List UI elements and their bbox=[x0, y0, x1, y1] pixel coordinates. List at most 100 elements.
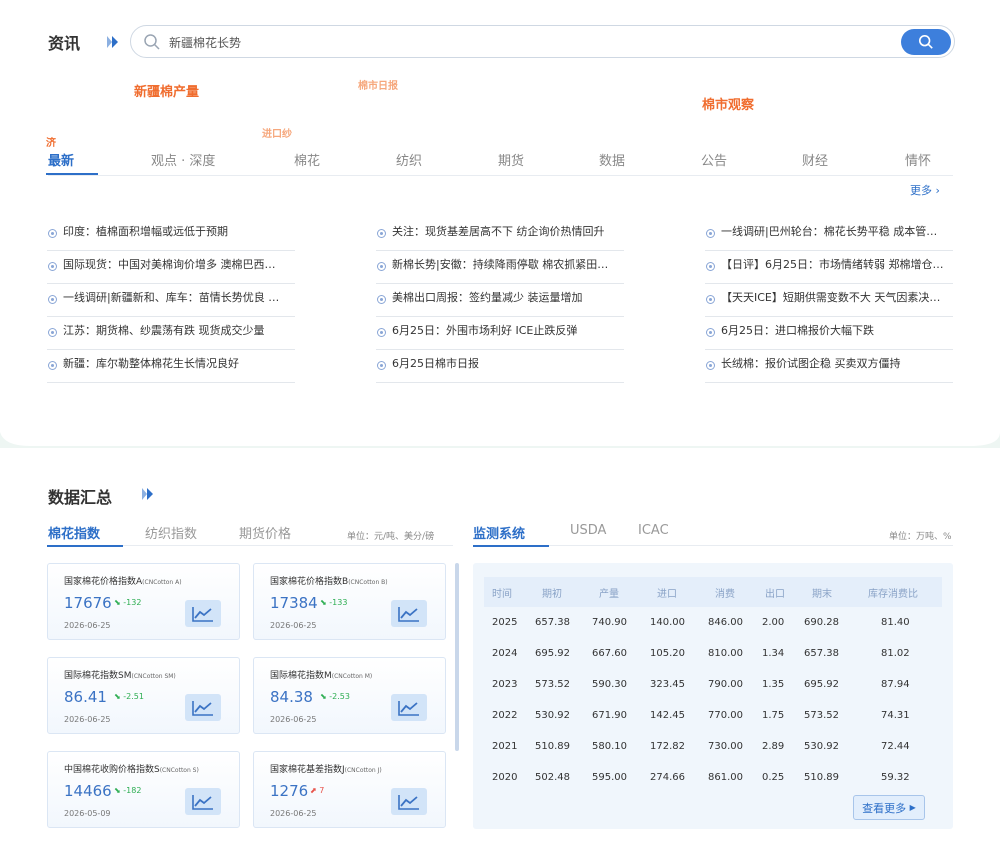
table-cell: 274.66 bbox=[650, 772, 685, 783]
table-cell: 74.31 bbox=[881, 710, 910, 721]
card-change-value: -182 bbox=[123, 786, 142, 795]
chart-button[interactable] bbox=[185, 600, 221, 627]
active-tab-indicator bbox=[46, 173, 98, 175]
card-change: ⬊ -133 bbox=[320, 598, 347, 607]
tab-data[interactable]: 数据 bbox=[599, 150, 625, 169]
tab-opinion[interactable]: 观点 · 深度 bbox=[151, 150, 215, 169]
news-item[interactable]: 新疆：库尔勒整体棉花生长情况良好 bbox=[47, 350, 295, 383]
cards-scrollbar[interactable] bbox=[455, 563, 459, 751]
news-section-title: 资讯 bbox=[48, 34, 81, 53]
line-chart-icon bbox=[192, 606, 213, 622]
card-change-value: -2.51 bbox=[123, 692, 144, 701]
index-card[interactable]: 国家棉花基差指数J(CNCotton J) 1276 ⬈ 7 2026-06-2… bbox=[253, 751, 446, 828]
tab-announcement[interactable]: 公告 bbox=[701, 150, 727, 169]
search-icon bbox=[143, 33, 161, 51]
index-card[interactable]: 国际棉花指数SM(CNCotton SM) 86.41 ⬊ -2.51 2026… bbox=[47, 657, 240, 734]
table-cell: 510.89 bbox=[535, 741, 570, 752]
bullet-icon bbox=[48, 262, 57, 271]
card-change-value: -133 bbox=[329, 598, 348, 607]
index-card[interactable]: 国家棉花价格指数B(CNCotton B) 17384 ⬊ -133 2026-… bbox=[253, 563, 446, 640]
double-arrow-icon bbox=[141, 487, 155, 501]
news-item[interactable]: 新棉长势|安徽：持续降雨停歇 棉农抓紧田… bbox=[376, 251, 624, 284]
card-value: 14466 bbox=[64, 782, 112, 800]
hot-tag[interactable]: 新疆棉产量 bbox=[134, 81, 199, 100]
card-code: (CNCotton SM) bbox=[131, 673, 176, 680]
table-cell: 573.52 bbox=[804, 710, 839, 721]
news-item[interactable]: 6月25日：外围市场利好 ICE止跌反弹 bbox=[376, 317, 624, 350]
news-item-title: 长绒棉：报价试图企稳 买卖双方僵持 bbox=[721, 357, 901, 370]
news-item[interactable]: 江苏：期货棉、纱震荡有跌 现货成交少量 bbox=[47, 317, 295, 350]
news-item[interactable]: 【日评】6月25日：市场情绪转弱 郑棉增仓… bbox=[705, 251, 953, 284]
line-chart-icon bbox=[398, 794, 419, 810]
tab-futures-price[interactable]: 期货价格 bbox=[239, 523, 291, 542]
news-item[interactable]: 【天天ICE】短期供需变数不大 天气因素决… bbox=[705, 284, 953, 317]
hot-tag[interactable]: 棉市日报 bbox=[358, 77, 398, 92]
bullet-icon bbox=[48, 295, 57, 304]
column-header: 出口 bbox=[765, 589, 785, 600]
chart-button[interactable] bbox=[391, 788, 427, 815]
table-cell: 667.60 bbox=[592, 648, 627, 659]
news-item[interactable]: 美棉出口周报：签约量减少 装运量增加 bbox=[376, 284, 624, 317]
table-row: 2024 695.92 667.60 105.20 810.00 1.34 65… bbox=[484, 648, 942, 679]
index-card[interactable]: 中国棉花收购价格指数S(CNCotton S) 14466 ⬊ -182 202… bbox=[47, 751, 240, 828]
bullet-icon bbox=[706, 328, 715, 337]
news-item[interactable]: 关注：现货基差居高不下 纺企询价热情回升 bbox=[376, 218, 624, 251]
tab-futures[interactable]: 期货 bbox=[498, 150, 524, 169]
search-button[interactable] bbox=[901, 29, 951, 55]
table-cell: 510.89 bbox=[804, 772, 839, 783]
view-more-button[interactable]: 查看更多 ▶ bbox=[853, 795, 925, 820]
table-cell: 502.48 bbox=[535, 772, 570, 783]
table-cell: 2021 bbox=[492, 741, 518, 752]
news-item[interactable]: 一线调研|新疆新和、库车：苗情长势优良 … bbox=[47, 284, 295, 317]
card-name: 国际棉花指数SM(CNCotton SM) bbox=[64, 668, 176, 681]
bullet-icon bbox=[706, 295, 715, 304]
tab-cotton[interactable]: 棉花 bbox=[294, 150, 320, 169]
tab-textile[interactable]: 纺织 bbox=[396, 150, 422, 169]
search-input[interactable] bbox=[169, 31, 869, 53]
tab-monitor-system[interactable]: 监测系统 bbox=[473, 523, 525, 542]
card-value: 17676 bbox=[64, 594, 112, 612]
column-header: 期末 bbox=[812, 589, 832, 600]
news-item-title: 6月25日棉市日报 bbox=[392, 357, 479, 370]
news-item[interactable]: 长绒棉：报价试图企稳 买卖双方僵持 bbox=[705, 350, 953, 383]
news-item[interactable]: 一线调研|巴州轮台：棉花长势平稳 成本管… bbox=[705, 218, 953, 251]
tab-finance[interactable]: 财经 bbox=[802, 150, 828, 169]
bullet-icon bbox=[706, 262, 715, 271]
card-change-value: -2.53 bbox=[329, 692, 350, 701]
news-item[interactable]: 6月25日棉市日报 bbox=[376, 350, 624, 383]
chart-button[interactable] bbox=[185, 694, 221, 721]
active-tab-indicator bbox=[473, 545, 549, 547]
tab-icac[interactable]: ICAC bbox=[638, 523, 669, 538]
more-label: 更多 bbox=[910, 184, 932, 197]
table-cell: 695.92 bbox=[804, 679, 839, 690]
bullet-icon bbox=[377, 361, 386, 370]
tab-textile-index[interactable]: 纺织指数 bbox=[145, 523, 197, 542]
news-item[interactable]: 印度：植棉面积增幅或远低于预期 bbox=[47, 218, 295, 251]
card-name-text: 国际棉花指数SM bbox=[64, 671, 132, 681]
card-value: 17384 bbox=[270, 594, 318, 612]
hot-tag[interactable]: 棉市观察 bbox=[702, 94, 754, 113]
arrow-down-icon: ⬊ bbox=[114, 598, 121, 607]
search-box[interactable] bbox=[130, 25, 955, 58]
news-item[interactable]: 国际现货：中国对美棉询价增多 澳棉巴西… bbox=[47, 251, 295, 284]
tab-cotton-index[interactable]: 棉花指数 bbox=[48, 523, 100, 542]
table-cell: 1.34 bbox=[762, 648, 785, 659]
card-code: (CNCotton A) bbox=[142, 579, 182, 586]
tab-latest[interactable]: 最新 bbox=[48, 150, 74, 169]
index-card[interactable]: 国际棉花指数M(CNCotton M) 84.38 ⬊ -2.53 2026-0… bbox=[253, 657, 446, 734]
table-cell: 172.82 bbox=[650, 741, 685, 752]
chart-button[interactable] bbox=[391, 600, 427, 627]
bullet-icon bbox=[706, 229, 715, 238]
view-more-label: 查看更多 bbox=[862, 801, 907, 815]
tab-usda[interactable]: USDA bbox=[570, 523, 606, 538]
table-cell: 770.00 bbox=[708, 710, 743, 721]
chart-button[interactable] bbox=[391, 694, 427, 721]
chart-button[interactable] bbox=[185, 788, 221, 815]
table-cell: 2.89 bbox=[762, 741, 785, 752]
tab-sentiment[interactable]: 情怀 bbox=[905, 150, 931, 169]
more-link[interactable]: 更多 › bbox=[910, 182, 940, 198]
news-item-title: 新棉长势|安徽：持续降雨停歇 棉农抓紧田… bbox=[392, 258, 609, 271]
index-card[interactable]: 国家棉花价格指数A(CNCotton A) 17676 ⬊ -132 2026-… bbox=[47, 563, 240, 640]
news-item[interactable]: 6月25日：进口棉报价大幅下跌 bbox=[705, 317, 953, 350]
hot-tag[interactable]: 进口纱 bbox=[262, 125, 292, 140]
